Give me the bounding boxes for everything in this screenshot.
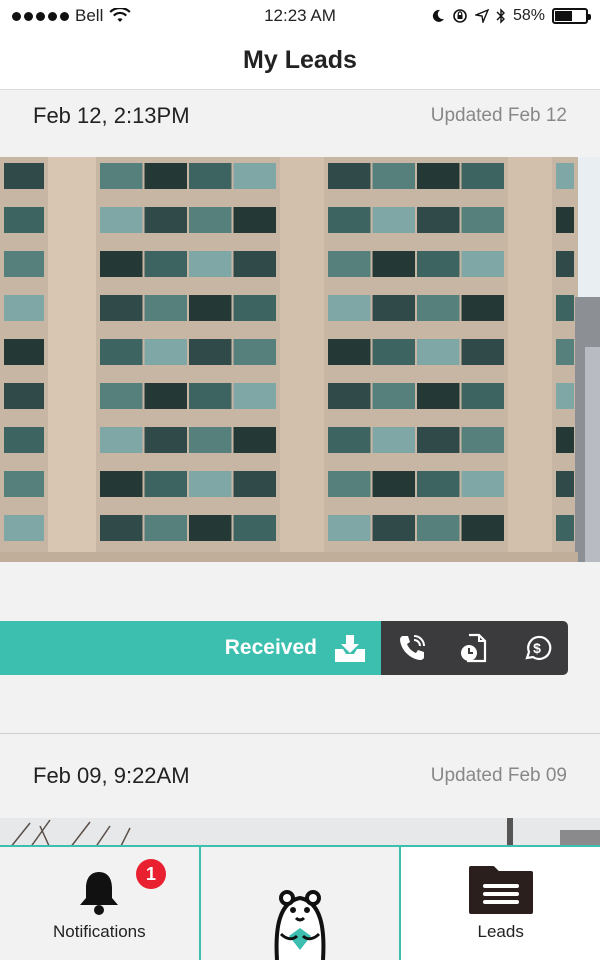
bluetooth-icon xyxy=(496,8,505,24)
document-clock-icon[interactable] xyxy=(454,628,494,668)
lead-photo[interactable] xyxy=(0,157,600,562)
building-photo xyxy=(0,157,600,562)
moon-icon xyxy=(432,9,444,22)
svg-text:$: $ xyxy=(533,640,541,656)
lead-photo[interactable] xyxy=(0,818,600,848)
dollar-icon[interactable]: $ xyxy=(517,628,557,668)
received-status-button[interactable]: Received xyxy=(0,621,381,675)
lead-updated: Updated Feb 12 xyxy=(430,105,567,126)
location-icon xyxy=(474,9,489,23)
status-bar: Bell 12:23 AM 58% xyxy=(0,0,600,32)
signal-icon xyxy=(12,11,69,21)
bell-icon xyxy=(80,872,119,915)
tab-notifications[interactable]: 1 Notifications xyxy=(0,847,199,960)
action-icons: $ xyxy=(381,621,568,675)
tab-leads[interactable]: Leads xyxy=(399,847,600,960)
lead-date: Feb 09, 9:22AM xyxy=(33,763,190,788)
rotation-lock-icon xyxy=(453,9,467,23)
page-title: My Leads xyxy=(243,46,357,74)
lead-date: Feb 12, 2:13PM xyxy=(33,103,190,128)
status-label: Received xyxy=(224,636,317,659)
notification-badge: 1 xyxy=(136,859,166,889)
phone-call-icon[interactable] xyxy=(392,628,432,668)
street-photo xyxy=(0,818,600,848)
battery-icon xyxy=(552,8,591,24)
tab-label: Leads xyxy=(477,922,524,941)
lead-header[interactable]: Feb 09, 9:22AM Updated Feb 09 xyxy=(0,746,600,806)
wifi-icon xyxy=(109,8,131,22)
lead-header[interactable]: Feb 12, 2:13PM Updated Feb 12 xyxy=(0,86,600,146)
folder-icon xyxy=(468,866,533,914)
clock: 12:23 AM xyxy=(264,6,336,25)
divider xyxy=(0,733,600,734)
lead-updated: Updated Feb 09 xyxy=(430,765,567,786)
battery-percent: 58% xyxy=(512,7,545,24)
tab-label: Notifications xyxy=(53,922,146,941)
tab-bar: 1 Notifications Leads xyxy=(0,845,600,960)
nav-bar: My Leads xyxy=(0,32,600,90)
tab-home[interactable] xyxy=(198,847,400,960)
lead-action-row: Received $ xyxy=(0,621,568,675)
gopher-logo xyxy=(274,890,326,960)
download-tray-icon xyxy=(335,635,365,662)
carrier-label: Bell xyxy=(75,6,104,25)
